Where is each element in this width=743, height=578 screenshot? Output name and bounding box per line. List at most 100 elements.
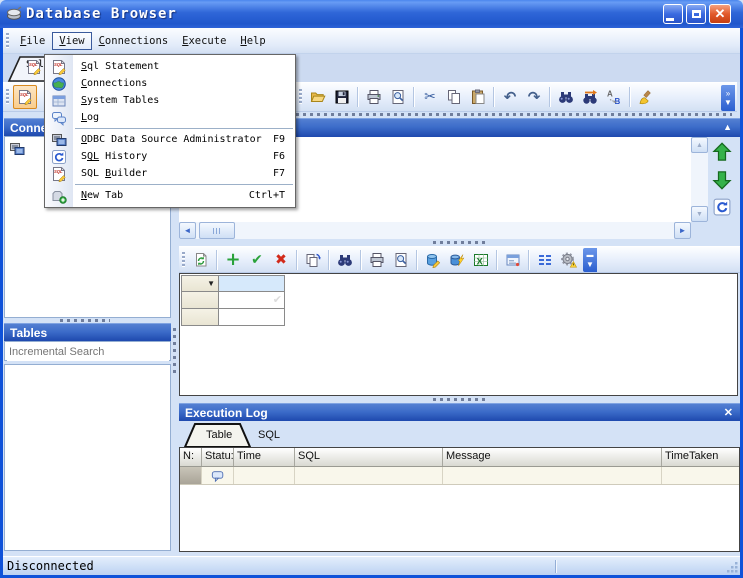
insert-record-button[interactable]: + bbox=[221, 248, 245, 272]
column-header-timetaken[interactable]: TimeTaken bbox=[662, 448, 739, 466]
grid-splitter[interactable] bbox=[433, 241, 487, 244]
undo-button[interactable]: ↶ bbox=[498, 85, 522, 109]
close-panel-icon[interactable]: ✕ bbox=[724, 406, 733, 419]
print-preview-button[interactable] bbox=[386, 85, 410, 109]
incremental-search-box[interactable] bbox=[4, 341, 171, 361]
open-button[interactable] bbox=[306, 85, 330, 109]
column-header-time[interactable]: Time bbox=[234, 448, 295, 466]
scroll-left-button[interactable]: ◄ bbox=[179, 222, 196, 239]
find-replace-button[interactable] bbox=[578, 85, 602, 109]
menu-item-system-tables[interactable]: System Tables bbox=[45, 92, 295, 109]
editor-hscrollbar[interactable]: ◄ ► bbox=[179, 222, 691, 239]
cut-icon: ✂ bbox=[424, 89, 436, 105]
move-up-button[interactable] bbox=[712, 141, 734, 163]
vertical-splitter[interactable] bbox=[173, 328, 176, 376]
sql-builder-icon: SQL bbox=[51, 166, 67, 182]
log-row[interactable] bbox=[180, 467, 739, 485]
maximize-button[interactable] bbox=[686, 4, 706, 24]
grid-find-button[interactable] bbox=[333, 248, 357, 272]
horizontal-splitter[interactable] bbox=[60, 319, 110, 322]
check-icon: ✔ bbox=[251, 252, 263, 268]
options-warning-button[interactable] bbox=[557, 248, 581, 272]
scroll-up-button[interactable]: ▲ bbox=[691, 137, 708, 153]
toolbar-overflow-chevron[interactable]: » ▼ bbox=[721, 85, 735, 111]
menu-item-connections[interactable]: Connections bbox=[45, 75, 295, 92]
replace-text-button[interactable]: A B bbox=[602, 85, 626, 109]
print-button[interactable] bbox=[362, 85, 386, 109]
menu-item-new-tab[interactable]: New Tab Ctrl+T bbox=[45, 187, 295, 204]
find-button[interactable] bbox=[554, 85, 578, 109]
scroll-down-button[interactable]: ▼ bbox=[691, 206, 708, 222]
menu-item-sql-statement[interactable]: SQL Sql Statement bbox=[45, 58, 295, 75]
watermark-check-icon: ✔ bbox=[273, 293, 282, 306]
tables-list[interactable] bbox=[4, 364, 171, 551]
menu-item-sql-builder[interactable]: SQL SQL Builder F7 bbox=[45, 165, 295, 182]
system-tables-icon bbox=[51, 93, 67, 109]
edit-database-button[interactable] bbox=[421, 248, 445, 272]
editor-vscrollbar[interactable]: ▲ ▼ bbox=[691, 137, 708, 222]
incremental-search-input[interactable] bbox=[7, 343, 169, 361]
log-row-selector[interactable] bbox=[180, 467, 202, 484]
grid-row-selector[interactable] bbox=[181, 292, 219, 309]
refresh-button[interactable] bbox=[713, 198, 731, 216]
column-header-message[interactable]: Message bbox=[443, 448, 662, 466]
resize-grip[interactable] bbox=[726, 561, 739, 574]
column-header-n[interactable]: N: bbox=[180, 448, 202, 466]
grid-selector-header[interactable]: ▼ bbox=[181, 275, 219, 292]
window-title: Database Browser bbox=[26, 6, 177, 22]
redo-button[interactable]: ↷ bbox=[522, 85, 546, 109]
database-browser-window: Database Browser ✕ File View Connections… bbox=[0, 0, 743, 578]
grid-print-button[interactable] bbox=[365, 248, 389, 272]
menu-connections[interactable]: Connections bbox=[92, 32, 176, 50]
menu-item-log[interactable]: Log bbox=[45, 109, 295, 126]
grid-cell-selected[interactable] bbox=[219, 275, 285, 292]
record-form-button[interactable] bbox=[501, 248, 525, 272]
menu-view[interactable]: View bbox=[52, 32, 91, 50]
close-button[interactable]: ✕ bbox=[709, 4, 731, 24]
toolbar-grip[interactable] bbox=[299, 89, 302, 105]
menubar-grip[interactable] bbox=[6, 33, 9, 49]
save-button[interactable] bbox=[330, 85, 354, 109]
arrow-left-icon: ◄ bbox=[184, 226, 192, 235]
menu-help[interactable]: Help bbox=[233, 32, 272, 50]
grid-row-selector[interactable] bbox=[181, 309, 219, 326]
grid-cell[interactable] bbox=[219, 309, 285, 326]
grid-cell[interactable]: ✔ bbox=[219, 292, 285, 309]
refresh-data-button[interactable] bbox=[189, 248, 213, 272]
hscroll-thumb[interactable] bbox=[199, 222, 235, 239]
scroll-right-button[interactable]: ► bbox=[674, 222, 691, 239]
post-edit-button[interactable]: ✔ bbox=[245, 248, 269, 272]
column-header-status[interactable]: Statu: bbox=[202, 448, 234, 466]
data-grid-area[interactable]: ▼ ✔ bbox=[179, 273, 738, 396]
columns-button[interactable] bbox=[533, 248, 557, 272]
log-splitter[interactable] bbox=[433, 398, 487, 401]
menu-execute[interactable]: Execute bbox=[175, 32, 233, 50]
copy-records-button[interactable] bbox=[301, 248, 325, 272]
paste-button[interactable] bbox=[466, 85, 490, 109]
collapse-panel-icon[interactable]: ▲ bbox=[723, 122, 732, 132]
copy-button[interactable] bbox=[442, 85, 466, 109]
toolbar-grip[interactable] bbox=[182, 252, 185, 268]
menu-item-odbc-administrator[interactable]: ODBC Data Source Administrator F9 bbox=[45, 131, 295, 148]
toolbar-grip[interactable] bbox=[6, 89, 9, 105]
find-replace-icon bbox=[582, 89, 598, 105]
maximize-icon bbox=[692, 10, 701, 18]
log-tab-table[interactable]: Table bbox=[182, 422, 256, 448]
log-sql-cell bbox=[295, 467, 443, 484]
grid-print-preview-button[interactable] bbox=[389, 248, 413, 272]
menu-item-sql-history[interactable]: SQL History F6 bbox=[45, 148, 295, 165]
cancel-edit-button[interactable]: ✖ bbox=[269, 248, 293, 272]
move-down-button[interactable] bbox=[712, 169, 734, 191]
sql-statement-view-button[interactable]: SQL bbox=[13, 85, 37, 109]
find-icon bbox=[337, 252, 353, 268]
column-header-sql[interactable]: SQL bbox=[295, 448, 443, 466]
edit-blob-button[interactable] bbox=[445, 248, 469, 272]
log-tab-sql[interactable]: SQL bbox=[258, 429, 280, 441]
clear-window-button[interactable] bbox=[634, 85, 658, 109]
toolbar-overflow-chevron[interactable]: ▬ ▼ bbox=[583, 248, 597, 272]
cut-button[interactable]: ✂ bbox=[418, 85, 442, 109]
minimize-button[interactable] bbox=[663, 4, 683, 24]
menu-file[interactable]: File bbox=[13, 32, 52, 50]
title-bar[interactable]: Database Browser bbox=[0, 0, 743, 28]
export-excel-button[interactable]: X bbox=[469, 248, 493, 272]
